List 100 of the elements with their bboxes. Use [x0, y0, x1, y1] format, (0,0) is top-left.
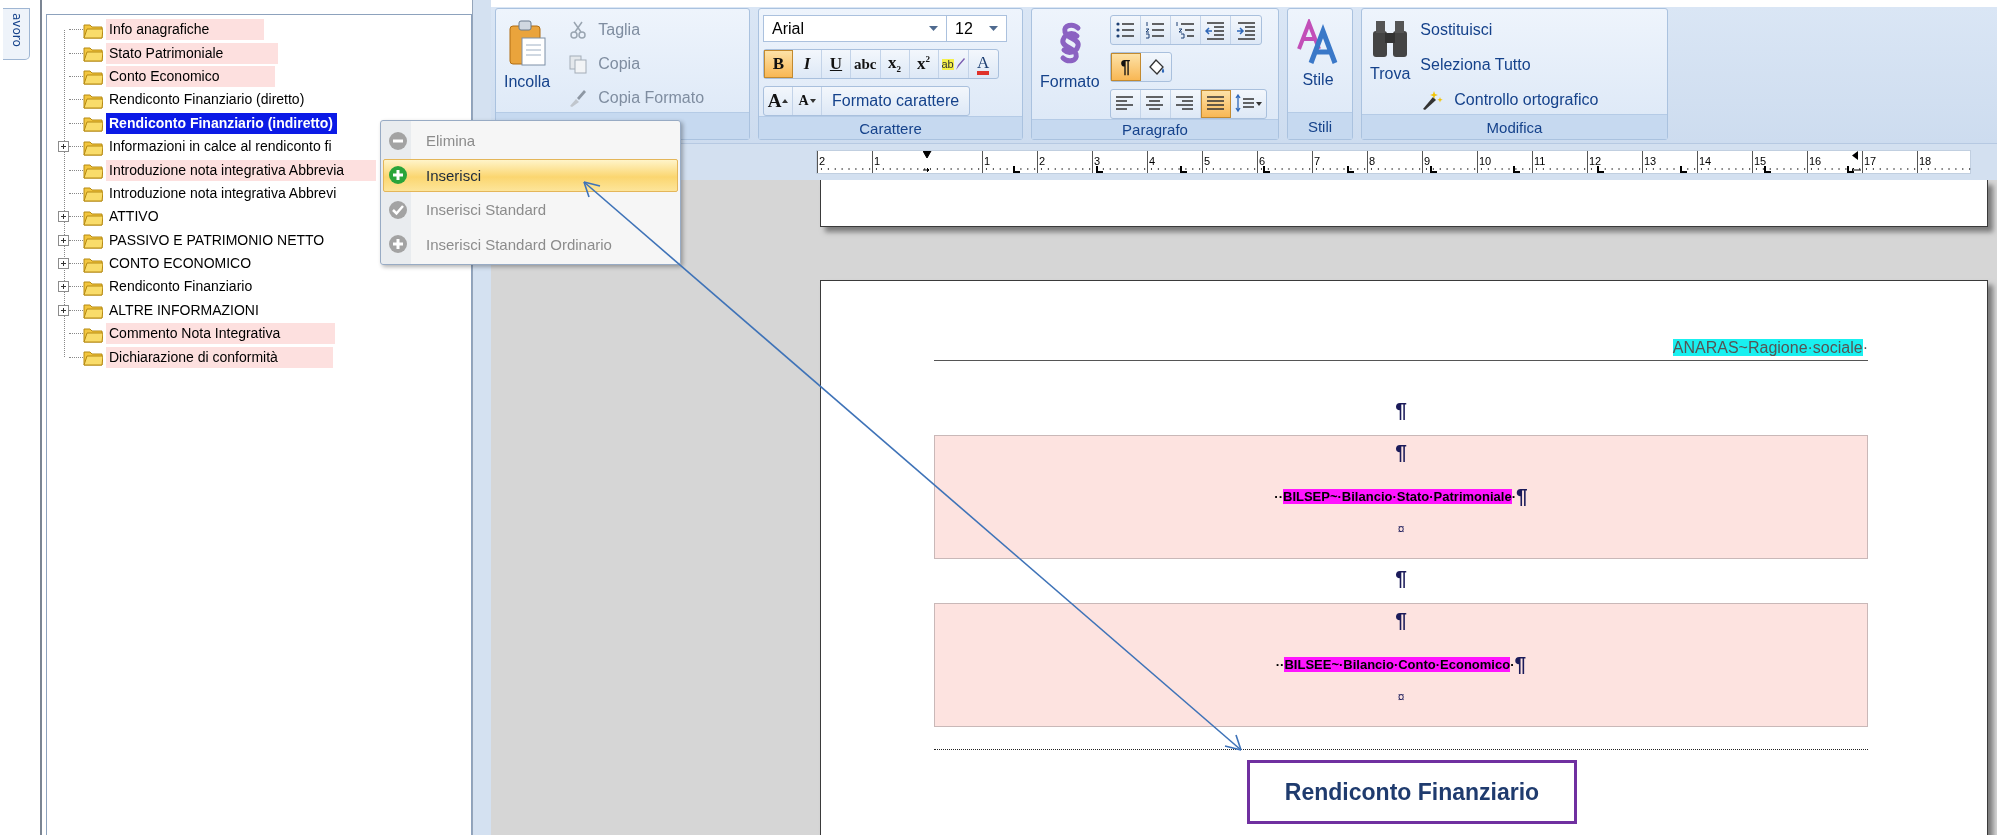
folder-icon [83, 67, 103, 86]
ruler-number: 9 [1424, 154, 1431, 168]
tree-item[interactable]: PASSIVO E PATRIMONIO NETTO [106, 229, 328, 251]
ruler-number: 8 [1369, 154, 1376, 168]
expand-icon[interactable] [58, 281, 69, 293]
ruler-number: 12 [1589, 154, 1602, 168]
group-label: Modifica [1486, 118, 1543, 136]
folder-icon [83, 184, 103, 203]
ruler-number: 17 [1864, 154, 1877, 168]
minus-circle-icon [388, 130, 408, 151]
tab-stop-icon[interactable] [1430, 166, 1437, 173]
tree-item[interactable]: Introduzione nota integrativa Abbrevi [106, 182, 340, 204]
tree-item[interactable]: CONTO ECONOMICO [106, 253, 255, 275]
tree-item[interactable]: Commento Nota Integrativa [106, 323, 336, 345]
tree-item[interactable]: Rendiconto Finanziario (indiretto) [106, 112, 337, 134]
format-button[interactable]: U [822, 50, 851, 78]
paragraph-button[interactable]: ¶ [1110, 53, 1141, 81]
format-button[interactable]: ab [938, 50, 969, 78]
tree-item[interactable]: Rendiconto Finanziario [106, 276, 256, 298]
ruler-number: 2 [819, 154, 826, 168]
tab-stop-icon[interactable] [1597, 166, 1604, 173]
folder-icon [83, 231, 103, 250]
tab-stop-icon[interactable] [1013, 166, 1020, 173]
indent-marker-icon[interactable] [923, 151, 932, 173]
side-tab[interactable]: avoro [3, 8, 30, 60]
tab-stop-icon[interactable] [1680, 166, 1687, 173]
tree-item[interactable]: Dichiarazione di conformità [106, 346, 333, 368]
font-size-dropdown[interactable]: 12 [947, 15, 1007, 42]
tree-item[interactable]: Info anagrafiche [106, 19, 265, 41]
format-button[interactable]: B [764, 50, 793, 78]
font-size-button[interactable]: A [764, 87, 793, 115]
paragraph-mark: ¶ [1515, 485, 1528, 507]
caret-icon [1255, 102, 1262, 106]
tab-stop-icon[interactable] [1180, 166, 1187, 173]
paragraph-button[interactable] [1200, 90, 1231, 118]
tab-stop-icon[interactable] [1347, 166, 1354, 173]
expand-icon[interactable] [58, 234, 69, 246]
outdent-icon [1205, 20, 1226, 40]
cell-end-mark: ¤ [1397, 522, 1405, 536]
check-circle-icon [388, 199, 408, 220]
tree-item[interactable]: Rendiconto Finanziario (diretto) [106, 89, 308, 111]
ruler-number: 11 [1534, 154, 1546, 168]
toolbar-button[interactable]: Seleziona Tutto [1416, 51, 1603, 79]
field-code: ··BILSEP~·Bilancio·Stato·Patrimoniale· [1274, 488, 1516, 504]
tab-stop-icon[interactable] [1096, 166, 1103, 173]
format-button[interactable]: Formato [1036, 13, 1104, 119]
font-size-button[interactable]: A [793, 87, 822, 115]
tab-stop-icon[interactable] [1263, 166, 1270, 173]
format-button[interactable]: x$_{2}$ [880, 50, 910, 78]
ruler-number: 4 [1149, 154, 1156, 168]
caret-icon [929, 26, 938, 31]
tree-item[interactable]: ALTRE INFORMAZIONI [106, 299, 262, 321]
tab-stop-icon[interactable] [1513, 166, 1520, 173]
folder-icon [83, 114, 103, 133]
caret-icon [809, 99, 816, 103]
indent-marker-icon[interactable] [1850, 151, 1862, 173]
ruler-number: 1 [984, 154, 991, 168]
menu-item[interactable]: Inserisci [383, 158, 678, 192]
tab-stop-icon[interactable] [1847, 166, 1854, 173]
toolbar-button[interactable]: Controllo ortografico [1416, 86, 1603, 114]
ruler-number: 7 [1314, 154, 1321, 168]
tree-item[interactable]: Stato Patrimoniale [106, 42, 279, 64]
tab-stop-icon[interactable] [1764, 166, 1771, 173]
paragraph-mark: ¶ [1395, 609, 1407, 631]
ruler-number: 13 [1644, 154, 1657, 168]
bullet-list-icon [1115, 20, 1136, 40]
scissors-icon [568, 20, 589, 40]
ruler-number: 18 [1919, 154, 1932, 168]
style-button[interactable]: Stile [1292, 13, 1344, 112]
find-button[interactable]: Trova [1366, 13, 1415, 114]
group-label: Stili [1307, 117, 1333, 135]
format-button[interactable]: I [793, 50, 822, 78]
tree-item[interactable]: Conto Economico [106, 65, 275, 87]
field-code: ··BILSEE~·Bilancio·Conto·Economico· [1275, 656, 1515, 672]
expand-icon[interactable] [58, 141, 69, 153]
tree-item[interactable]: ATTIVO [106, 206, 162, 228]
folder-icon [83, 301, 103, 320]
font-name-dropdown[interactable]: Arial [763, 15, 947, 42]
callout-box: Rendiconto Finanziario [1247, 760, 1577, 824]
format-button[interactable]: abc [851, 50, 881, 78]
tree-item[interactable]: Informazioni in calce al rendiconto fi [106, 136, 335, 158]
folder-icon [83, 278, 103, 296]
ruler-number: 2 [1039, 154, 1046, 168]
font-dialog-button[interactable]: Formato carattere [822, 87, 970, 115]
ruler-number: 10 [1479, 154, 1492, 168]
pen-icon [954, 57, 965, 71]
paste-button[interactable]: Incolla [500, 13, 555, 112]
pen-sparkle-icon [1420, 89, 1445, 111]
line-spacing-icon [1234, 94, 1255, 114]
ruler-number: 14 [1699, 154, 1712, 168]
caret-icon [989, 26, 998, 31]
tree-item[interactable]: Introduzione nota integrativa Abbrevia [106, 159, 376, 181]
letters-icon [1296, 19, 1340, 65]
toolbar-button[interactable]: Sostituisci [1416, 16, 1603, 44]
expand-icon[interactable] [58, 258, 69, 270]
format-button[interactable]: A [968, 50, 998, 78]
expand-icon[interactable] [58, 211, 69, 223]
format-button[interactable]: x$^{2}$ [909, 50, 939, 78]
paragraph-mark: ¶ [1514, 653, 1527, 675]
expand-icon[interactable] [58, 304, 69, 316]
